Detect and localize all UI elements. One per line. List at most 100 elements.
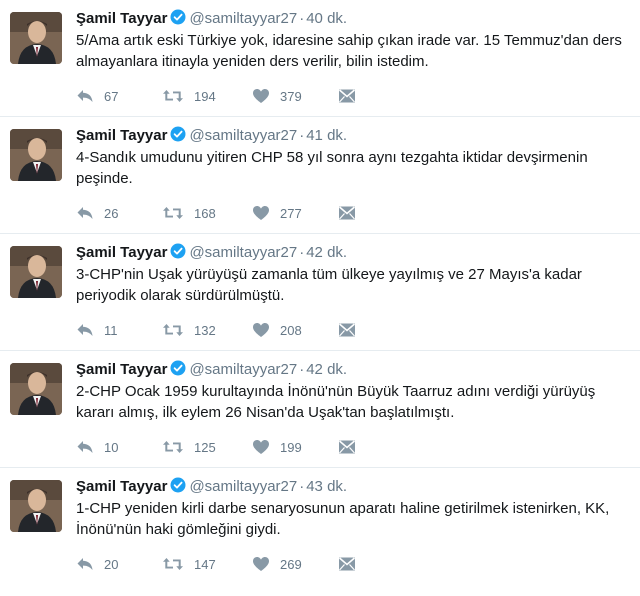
avatar[interactable]: [10, 129, 62, 181]
avatar[interactable]: [10, 246, 62, 298]
retweet-count: 147: [194, 556, 216, 572]
avatar-photo: [10, 129, 62, 181]
tweet-text: 2-CHP Ocak 1959 kurultayında İnönü'nün B…: [76, 383, 596, 421]
author-handle[interactable]: @samiltayyar27: [189, 10, 297, 27]
retweet-button[interactable]: 132: [162, 320, 216, 340]
avatar-photo: [10, 12, 62, 64]
avatar[interactable]: [10, 480, 62, 532]
tweet[interactable]: Şamil Tayyar @samiltayyar27 · 40 dk. 5/Ama …: [0, 0, 640, 117]
like-count: 208: [280, 322, 302, 338]
verified-badge-icon: [170, 360, 186, 381]
heart-icon: [252, 556, 270, 572]
like-button[interactable]: 277: [252, 203, 302, 223]
avatar-photo: [10, 480, 62, 532]
retweet-icon: [162, 439, 184, 455]
tweet-text: 4-Sandık umudunu yitiren CHP 58 yıl sonr…: [76, 149, 588, 187]
direct-message-icon: [338, 88, 356, 104]
author-handle[interactable]: @samiltayyar27: [189, 361, 297, 378]
author-name[interactable]: Şamil Tayyar: [76, 244, 167, 261]
separator: ·: [299, 361, 305, 378]
retweet-icon: [162, 205, 184, 221]
like-button[interactable]: 199: [252, 437, 302, 457]
reply-icon: [76, 322, 94, 338]
direct-message-button[interactable]: [338, 437, 356, 457]
direct-message-button[interactable]: [338, 86, 356, 106]
like-count: 269: [280, 556, 302, 572]
heart-icon: [252, 88, 270, 104]
reply-button[interactable]: 11: [76, 320, 118, 340]
direct-message-icon: [338, 205, 356, 221]
tweet-feed: Şamil Tayyar @samiltayyar27 · 40 dk. 5/Ama …: [0, 0, 640, 585]
like-button[interactable]: 269: [252, 554, 302, 574]
retweet-button[interactable]: 147: [162, 554, 216, 574]
like-count: 277: [280, 205, 302, 221]
verified-badge-icon: [170, 477, 186, 498]
reply-icon: [76, 205, 94, 221]
like-button[interactable]: 379: [252, 86, 302, 106]
reply-button[interactable]: 67: [76, 86, 118, 106]
tweet-actions: 26 168 277: [76, 203, 376, 223]
avatar-photo: [10, 363, 62, 415]
author-name[interactable]: Şamil Tayyar: [76, 478, 167, 495]
reply-button[interactable]: 20: [76, 554, 118, 574]
tweet-text: 1-CHP yeniden kirli darbe senaryosunun a…: [76, 500, 610, 538]
tweet-actions: 20 147 269: [76, 554, 376, 574]
reply-button[interactable]: 10: [76, 437, 118, 457]
direct-message-button[interactable]: [338, 203, 356, 223]
separator: ·: [299, 10, 305, 27]
reply-icon: [76, 88, 94, 104]
tweet[interactable]: Şamil Tayyar @samiltayyar27 · 42 dk. 2-CHP …: [0, 351, 640, 468]
heart-icon: [252, 439, 270, 455]
separator: ·: [299, 244, 305, 261]
direct-message-icon: [338, 439, 356, 455]
avatar[interactable]: [10, 363, 62, 415]
retweet-icon: [162, 556, 184, 572]
tweet[interactable]: Şamil Tayyar @samiltayyar27 · 43 dk. 1-CHP …: [0, 468, 640, 585]
reply-count: 26: [104, 205, 119, 221]
author-handle[interactable]: @samiltayyar27: [189, 244, 297, 261]
tweet-text: 5/Ama artık eski Türkiye yok, idaresine …: [76, 32, 622, 70]
author-handle[interactable]: @samiltayyar27: [189, 478, 297, 495]
retweet-button[interactable]: 168: [162, 203, 216, 223]
reply-icon: [76, 556, 94, 572]
avatar-photo: [10, 246, 62, 298]
like-count: 199: [280, 439, 302, 455]
verified-badge-icon: [170, 243, 186, 264]
verified-badge-icon: [170, 9, 186, 30]
tweet-actions: 67 194 379: [76, 86, 376, 106]
retweet-button[interactable]: 194: [162, 86, 216, 106]
like-button[interactable]: 208: [252, 320, 302, 340]
tweet-timestamp[interactable]: 41 dk.: [306, 127, 347, 144]
direct-message-icon: [338, 556, 356, 572]
tweet-actions: 10 125 199: [76, 437, 376, 457]
tweet-timestamp[interactable]: 40 dk.: [306, 10, 347, 27]
reply-button[interactable]: 26: [76, 203, 118, 223]
author-name[interactable]: Şamil Tayyar: [76, 127, 167, 144]
heart-icon: [252, 205, 270, 221]
retweet-count: 132: [194, 322, 216, 338]
author-handle[interactable]: @samiltayyar27: [189, 127, 297, 144]
like-count: 379: [280, 88, 302, 104]
tweet-timestamp[interactable]: 42 dk.: [306, 361, 347, 378]
retweet-count: 125: [194, 439, 216, 455]
author-name[interactable]: Şamil Tayyar: [76, 361, 167, 378]
direct-message-button[interactable]: [338, 554, 356, 574]
tweet[interactable]: Şamil Tayyar @samiltayyar27 · 42 dk. 3-CHP'…: [0, 234, 640, 351]
author-name[interactable]: Şamil Tayyar: [76, 10, 167, 27]
retweet-count: 168: [194, 205, 216, 221]
tweet-text: 3-CHP'nin Uşak yürüyüşü zamanla tüm ülke…: [76, 266, 582, 304]
tweet-timestamp[interactable]: 42 dk.: [306, 244, 347, 261]
avatar[interactable]: [10, 12, 62, 64]
reply-count: 10: [104, 439, 119, 455]
tweet-timestamp[interactable]: 43 dk.: [306, 478, 347, 495]
retweet-button[interactable]: 125: [162, 437, 216, 457]
retweet-count: 194: [194, 88, 216, 104]
reply-count: 11: [104, 322, 118, 338]
reply-count: 67: [104, 88, 119, 104]
verified-badge-icon: [170, 126, 186, 147]
separator: ·: [299, 127, 305, 144]
direct-message-button[interactable]: [338, 320, 356, 340]
retweet-icon: [162, 322, 184, 338]
tweet[interactable]: Şamil Tayyar @samiltayyar27 · 41 dk. 4-Sand…: [0, 117, 640, 234]
tweet-actions: 11 132 208: [76, 320, 376, 340]
